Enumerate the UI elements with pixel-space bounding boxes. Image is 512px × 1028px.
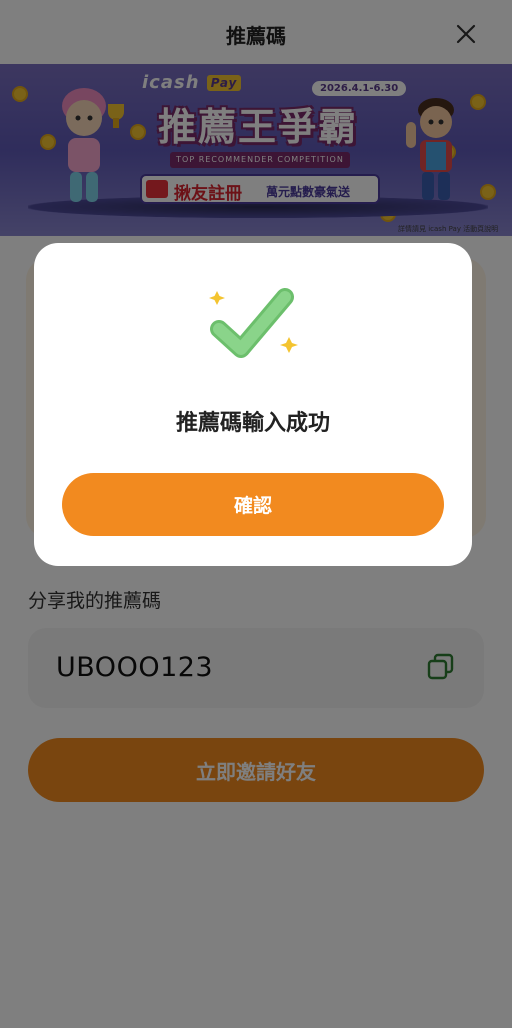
success-dialog: 推薦碼輸入成功 確認 xyxy=(34,243,472,566)
check-icon xyxy=(209,288,298,358)
confirm-button[interactable]: 確認 xyxy=(62,473,444,536)
success-message: 推薦碼輸入成功 xyxy=(175,411,330,436)
